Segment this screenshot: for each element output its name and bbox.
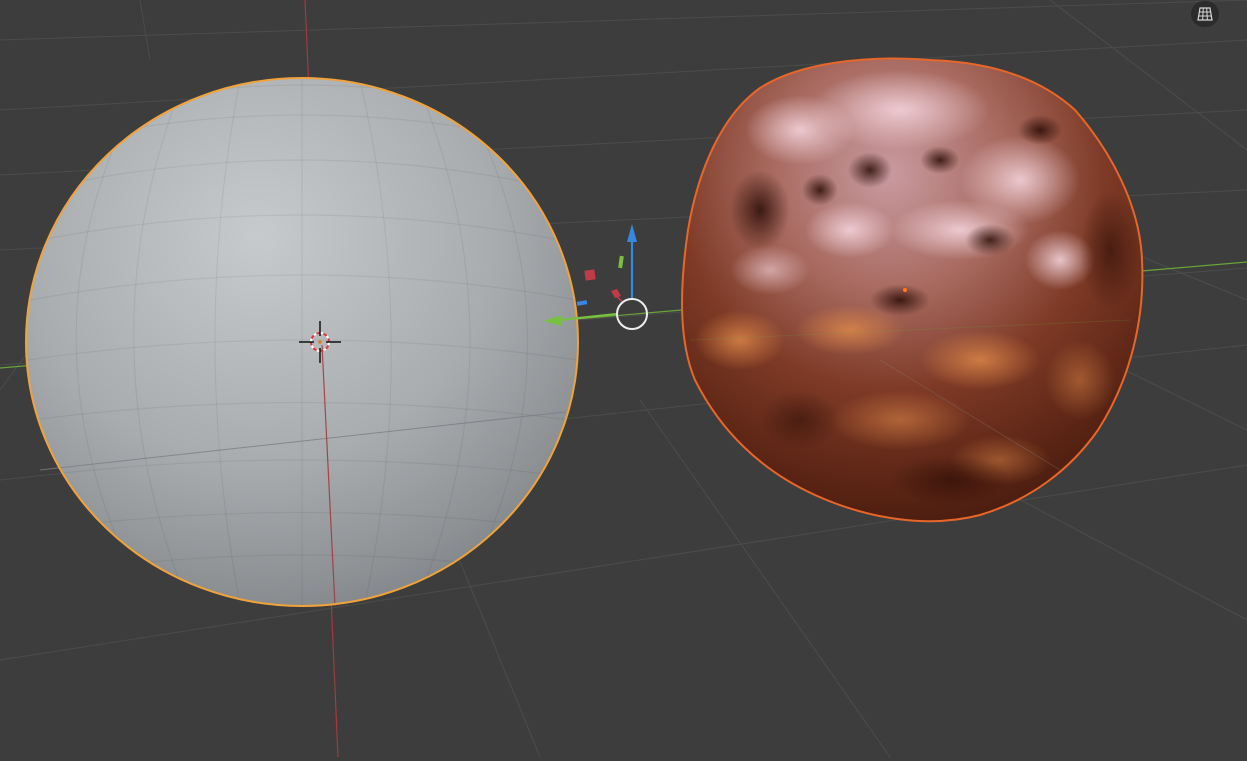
grid-toggle-button[interactable]: [1191, 1, 1219, 27]
3d-viewport[interactable]: [0, 0, 1247, 758]
grid-icon: [1197, 7, 1213, 21]
displaced-sphere[interactable]: [681, 57, 1144, 523]
